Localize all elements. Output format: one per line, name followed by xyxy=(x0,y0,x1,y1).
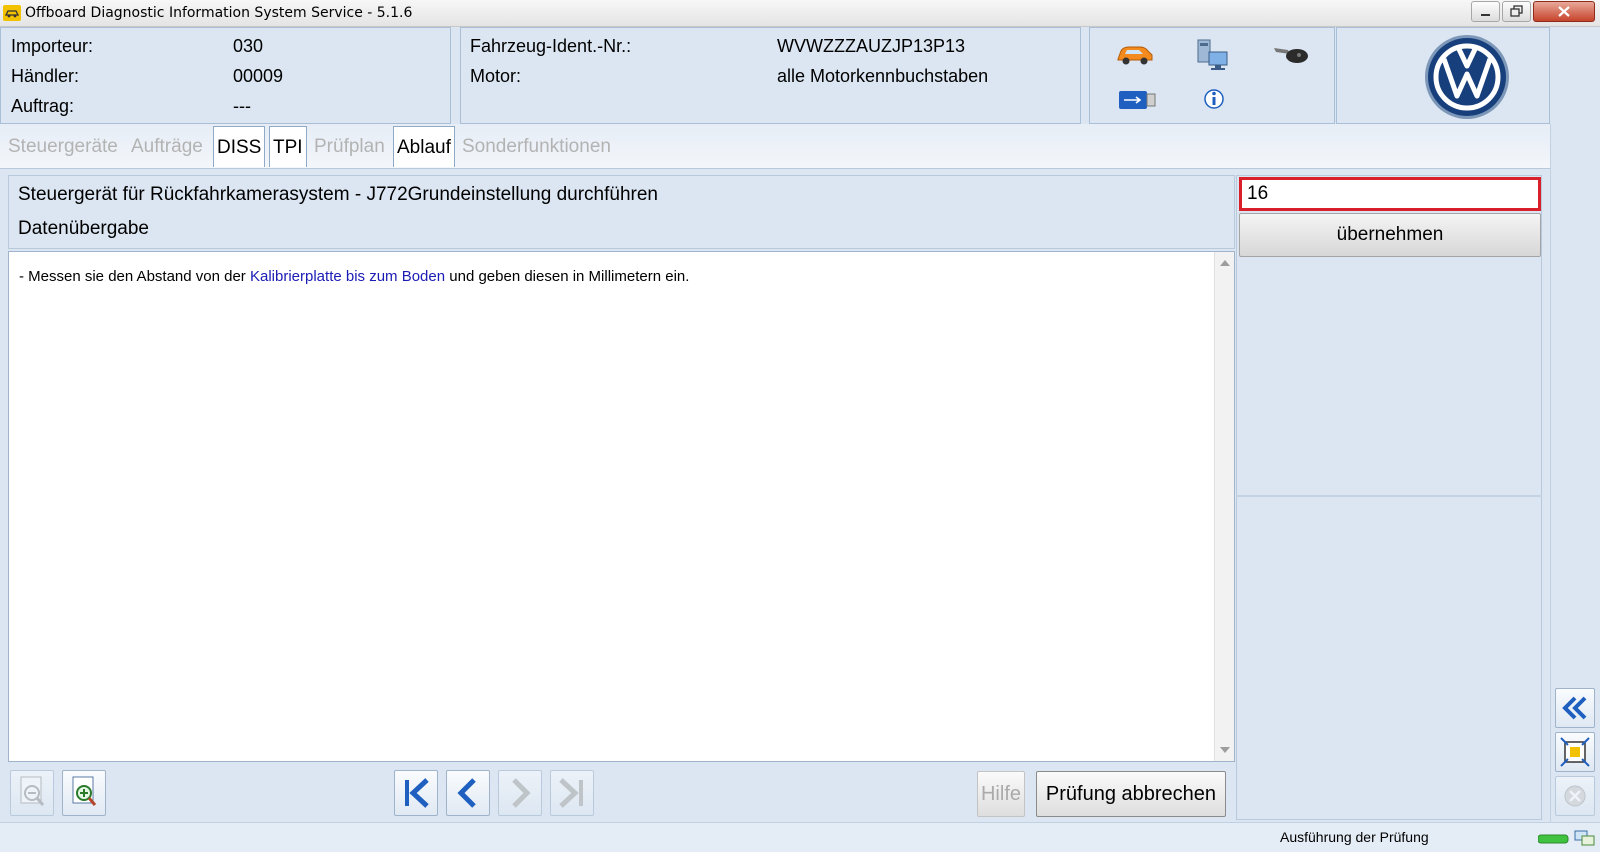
procedure-subtitle: Datenübergabe xyxy=(18,218,149,239)
bottom-toolbar: Hilfe Prüfung abbrechen xyxy=(8,764,1235,820)
motor-value: alle Motorkennbuchstaben xyxy=(777,66,989,86)
previous-step-button[interactable] xyxy=(446,770,490,816)
app-icon xyxy=(3,5,21,21)
procedure-header: Steuergerät für Rückfahrkamerasystem - J… xyxy=(8,175,1235,249)
instruction-panel: - Messen sie den Abstand von der Kalibri… xyxy=(8,251,1235,762)
tab-steuergeraete[interactable]: Steuergeräte xyxy=(5,126,121,167)
motor-label: Motor: xyxy=(470,66,522,86)
haendler-label: Händler: xyxy=(11,66,80,86)
double-chevron-left-icon xyxy=(1562,696,1587,720)
fin-value: WVWZZZAUZJP13P13 xyxy=(777,36,966,56)
scroll-down-icon[interactable] xyxy=(1220,747,1230,753)
cancel-side-button[interactable] xyxy=(1555,776,1595,816)
restore-icon xyxy=(1510,5,1523,17)
vehicle-info-box: Fahrzeug-Ident.-Nr.: WVWZZZAUZJP13P13 Mo… xyxy=(460,27,1081,124)
network-computer-icon[interactable] xyxy=(1195,38,1231,72)
last-step-icon xyxy=(559,778,583,808)
first-step-button[interactable] xyxy=(394,770,438,816)
screenshot-button[interactable] xyxy=(1555,732,1595,772)
tab-diss[interactable]: DISS xyxy=(213,126,266,167)
panel-divider xyxy=(1236,495,1542,497)
first-step-icon xyxy=(405,778,429,808)
tab-pruefplan[interactable]: Prüfplan xyxy=(311,126,388,167)
content-scrollbar[interactable] xyxy=(1214,252,1234,761)
auftrag-label: Auftrag: xyxy=(11,96,75,116)
car-icon[interactable] xyxy=(1115,40,1155,68)
zoom-out-icon xyxy=(20,776,45,806)
tab-sonderfunktionen[interactable]: Sonderfunktionen xyxy=(459,126,614,167)
title-bar: Offboard Diagnostic Information System S… xyxy=(0,0,1600,27)
connection-status-icon xyxy=(1574,830,1595,846)
instruction-suffix: und geben diesen in Millimetern ein. xyxy=(445,268,690,285)
procedure-title: Steuergerät für Rückfahrkamerasystem - J… xyxy=(18,184,658,205)
haendler-value: 00009 xyxy=(233,66,284,86)
close-button[interactable] xyxy=(1533,1,1595,22)
tab-auftraege[interactable]: Aufträge xyxy=(128,126,206,167)
progress-indicator-icon xyxy=(1538,834,1569,844)
next-step-icon xyxy=(512,778,531,808)
info-icon[interactable] xyxy=(1200,86,1228,114)
brand-logo-box xyxy=(1336,27,1550,124)
minimize-icon xyxy=(1481,14,1490,16)
maximize-button[interactable] xyxy=(1502,1,1531,22)
previous-step-icon xyxy=(457,778,476,808)
dealer-info-box: Importeur: 030 Händler: 00009 Auftrag: -… xyxy=(0,27,451,124)
tab-ablauf[interactable]: Ablauf xyxy=(393,126,455,167)
tools-icon-box xyxy=(1089,27,1335,124)
collapse-button[interactable] xyxy=(1555,688,1595,728)
close-circle-icon xyxy=(1564,785,1586,807)
status-bar: Ausführung der Prüfung xyxy=(0,822,1600,852)
usb-icon[interactable] xyxy=(1117,88,1157,112)
zoom-out-button[interactable] xyxy=(10,770,54,816)
distance-input[interactable] xyxy=(1239,177,1541,211)
instruction-prefix: - Messen sie den Abstand von der xyxy=(19,268,250,285)
instruction-text: - Messen sie den Abstand von der Kalibri… xyxy=(19,268,689,285)
importeur-label: Importeur: xyxy=(11,36,94,56)
instruction-link[interactable]: Kalibrierplatte bis zum Boden xyxy=(250,268,445,285)
minimize-button[interactable] xyxy=(1471,1,1500,22)
tab-tpi[interactable]: TPI xyxy=(269,126,307,167)
main-tab-bar: Steuergeräte Aufträge DISS TPI Prüfplan … xyxy=(0,124,1550,169)
abort-test-button[interactable]: Prüfung abbrechen xyxy=(1036,771,1226,817)
zoom-in-button[interactable] xyxy=(62,770,106,816)
fin-label: Fahrzeug-Ident.-Nr.: xyxy=(470,36,632,56)
importeur-value: 030 xyxy=(233,36,264,56)
vehicle-header: Importeur: 030 Händler: 00009 Auftrag: -… xyxy=(0,27,1600,124)
status-text: Ausführung der Prüfung xyxy=(1280,829,1429,845)
last-step-button[interactable] xyxy=(550,770,594,816)
window-title: Offboard Diagnostic Information System S… xyxy=(25,5,413,21)
help-button[interactable]: Hilfe xyxy=(977,771,1025,817)
next-step-button[interactable] xyxy=(498,770,542,816)
zoom-in-icon xyxy=(72,776,97,806)
scroll-up-icon[interactable] xyxy=(1220,260,1230,266)
vw-logo xyxy=(1425,35,1509,119)
auftrag-value: --- xyxy=(233,96,251,116)
close-icon xyxy=(1558,6,1570,17)
accept-button[interactable]: übernehmen xyxy=(1239,213,1541,257)
capture-frame-icon xyxy=(1560,737,1590,767)
key-icon[interactable] xyxy=(1270,40,1310,68)
input-panel xyxy=(1236,175,1542,820)
